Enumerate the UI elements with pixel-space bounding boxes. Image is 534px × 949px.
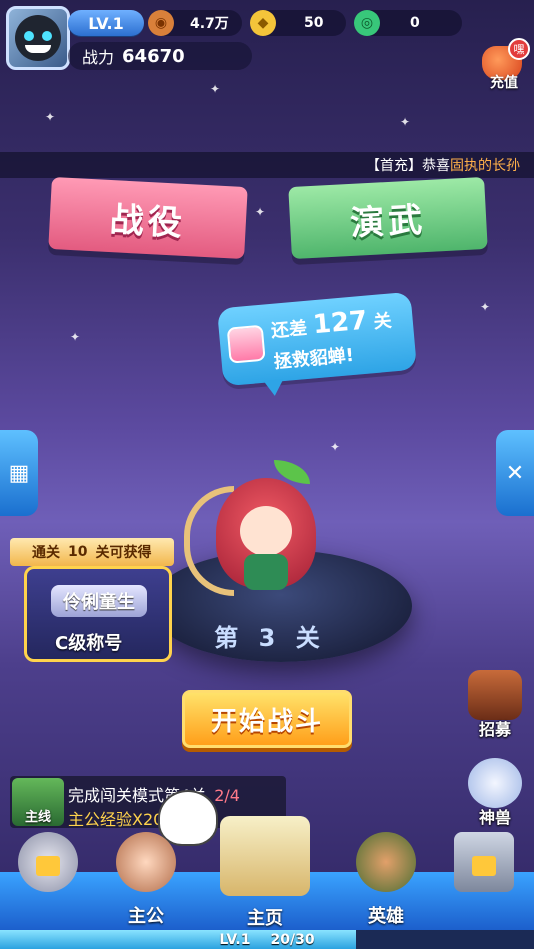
recruit-button[interactable]: 招募 bbox=[460, 670, 530, 740]
archer-hero-sprite bbox=[184, 460, 336, 600]
start-battle-button[interactable]: 开始战斗 bbox=[182, 690, 352, 748]
xp-progress: 20/30 bbox=[270, 931, 315, 948]
stage-number: 第 3 关 bbox=[214, 624, 326, 652]
gold-ingot-icon: ◆ bbox=[250, 10, 276, 36]
quest-type: 主线 bbox=[24, 810, 51, 825]
right-menu-tab[interactable]: ✕ bbox=[496, 430, 534, 516]
quest-reward: 主公经验X20 bbox=[68, 810, 164, 829]
hint-suffix: 关 bbox=[372, 310, 393, 333]
sparkle-icon: ✦ bbox=[255, 205, 266, 219]
jade-counter[interactable]: ◎ 0 bbox=[354, 10, 462, 36]
announcement-ticker: 【首充】恭喜 固执的长孙 bbox=[0, 152, 534, 178]
title-reward-card[interactable]: 伶俐童生 C级称号 bbox=[24, 566, 172, 662]
nav-locked-1[interactable] bbox=[0, 832, 96, 930]
quest-progress: 2/4 bbox=[214, 786, 240, 805]
diaochan-portrait-icon bbox=[226, 324, 266, 364]
nav-locked-2[interactable] bbox=[436, 832, 532, 930]
jade-value: 0 bbox=[410, 15, 420, 31]
lock-icon bbox=[36, 856, 60, 876]
combat-power: 战力 64670 bbox=[68, 42, 252, 70]
recharge-label: 充值 bbox=[490, 75, 518, 91]
power-label: 战力 bbox=[82, 48, 115, 67]
nav-lord-label: 主公 bbox=[128, 906, 164, 927]
left-menu-tab[interactable]: ▦ bbox=[0, 430, 38, 516]
sparkle-icon: ✦ bbox=[480, 300, 491, 314]
divine-beast-button[interactable]: 神兽 bbox=[460, 758, 530, 828]
reward-tag-suffix: 关可获得 bbox=[95, 545, 152, 561]
bottom-navigation: 主公 主页 英雄 bbox=[0, 816, 534, 930]
reward-tag-prefix: 通关 bbox=[32, 545, 60, 561]
top-bar: LV.1 ◉ 4.7万 ◆ 50 ◎ 0 战力 64670 嘿 充值 bbox=[0, 0, 534, 150]
nav-heroes[interactable]: 英雄 bbox=[338, 832, 434, 930]
experience-bar: LV.1 20/30 bbox=[0, 930, 534, 949]
beast-label: 神兽 bbox=[478, 808, 511, 827]
jade-icon: ◎ bbox=[354, 10, 380, 36]
recharge-button[interactable]: 嘿 充值 bbox=[476, 38, 532, 94]
gold-value: 50 bbox=[304, 15, 324, 31]
rescue-hint-bubble: 还差 127 关 拯救貂蝉! bbox=[216, 291, 418, 397]
battle-mode-button[interactable]: 战役 bbox=[48, 176, 248, 260]
martial-mode-button[interactable]: 演武 bbox=[288, 176, 488, 260]
copper-value: 4.7万 bbox=[190, 16, 229, 32]
player-avatar[interactable] bbox=[6, 6, 70, 70]
castle-book-icon bbox=[220, 816, 310, 896]
white-tiger-icon bbox=[468, 758, 522, 808]
reward-condition: 通关 10 关可获得 bbox=[10, 538, 174, 566]
gold-counter[interactable]: ◆ 50 bbox=[250, 10, 346, 36]
reward-title-grade: C级称号 bbox=[55, 633, 123, 654]
xp-level: LV.1 bbox=[219, 931, 251, 948]
copper-coin-icon: ◉ bbox=[148, 10, 174, 36]
recharge-badge: 嘿 bbox=[508, 38, 530, 60]
lock-icon bbox=[472, 856, 496, 876]
nav-home-label: 主页 bbox=[247, 908, 283, 929]
hint-line2: 拯救貂蝉! bbox=[272, 344, 355, 373]
power-value: 64670 bbox=[122, 45, 185, 67]
reward-title-name: 伶俐童生 bbox=[51, 585, 147, 617]
sparkle-icon: ✦ bbox=[330, 440, 341, 454]
nav-lord[interactable]: 主公 bbox=[98, 832, 194, 930]
hero-portrait-icon bbox=[356, 832, 416, 892]
ticker-name: 固执的长孙 bbox=[450, 158, 520, 174]
sparkle-icon: ✦ bbox=[70, 330, 81, 344]
recruit-label: 招募 bbox=[478, 720, 511, 739]
lord-portrait-icon bbox=[116, 832, 176, 892]
close-x-icon: ✕ bbox=[505, 460, 525, 486]
nav-home[interactable]: 主页 bbox=[195, 816, 335, 929]
nav-heroes-label: 英雄 bbox=[368, 906, 404, 927]
player-level: LV.1 bbox=[68, 10, 144, 36]
grid-icon: ▦ bbox=[8, 460, 30, 486]
copper-counter[interactable]: ◉ 4.7万 bbox=[148, 10, 242, 36]
levels-remaining: 127 bbox=[311, 305, 369, 341]
ticker-prefix: 【首充】恭喜 bbox=[366, 158, 450, 174]
recruit-gate-icon bbox=[468, 670, 522, 720]
hint-prefix: 还差 bbox=[270, 317, 308, 342]
reward-tag-number: 10 bbox=[68, 544, 88, 560]
